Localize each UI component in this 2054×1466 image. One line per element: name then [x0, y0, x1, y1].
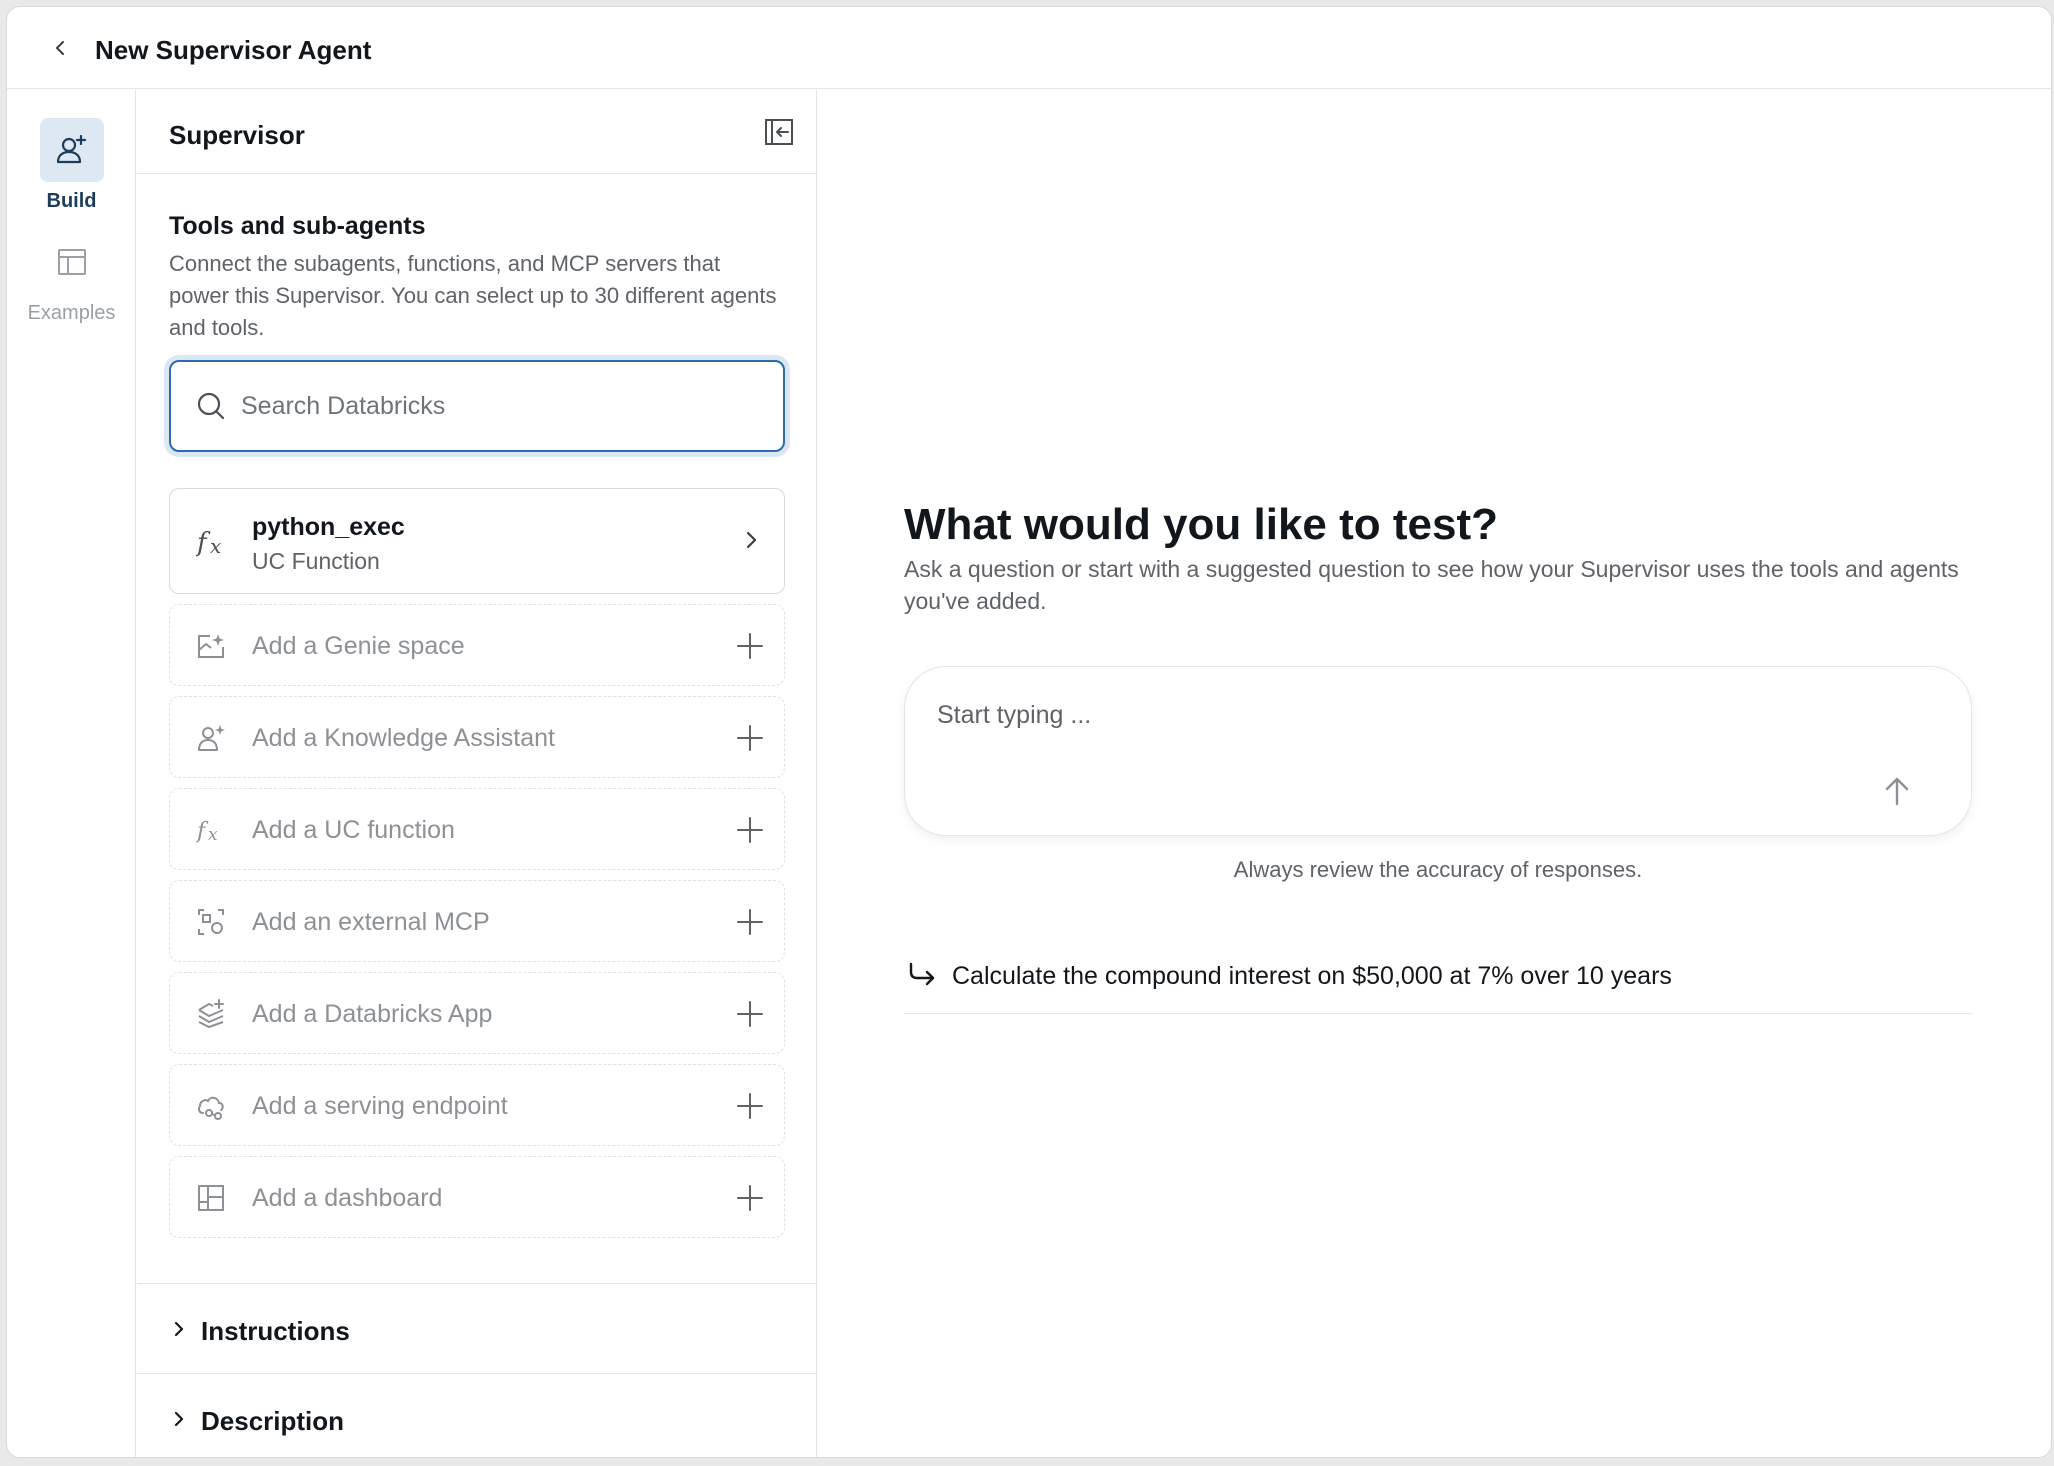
add-genie-space-button[interactable]: Add a Genie space — [169, 604, 785, 686]
table-icon — [57, 249, 86, 275]
add-uc-function-button[interactable]: f x Add a UC function — [169, 788, 785, 870]
add-item-label: Add an external MCP — [252, 908, 490, 936]
plus-icon — [737, 633, 763, 659]
instructions-label: Instructions — [201, 1316, 350, 1346]
chevron-right-icon — [174, 1411, 184, 1427]
dashboard-icon — [198, 1185, 224, 1211]
user-plus-icon — [56, 134, 86, 164]
svg-text:f: f — [196, 528, 211, 558]
plus-icon — [737, 817, 763, 843]
add-item-label: Add a serving endpoint — [252, 1092, 508, 1120]
add-item-label: Add a Knowledge Assistant — [252, 724, 555, 752]
tools-section-title: Tools and sub-agents — [169, 212, 426, 240]
plus-icon — [737, 909, 763, 935]
rail-item-examples[interactable]: Examples — [7, 230, 136, 325]
tool-card-python-exec[interactable]: f x python_exec UC Function — [169, 488, 785, 594]
collapse-panel-button[interactable] — [763, 116, 795, 148]
instructions-section-toggle[interactable]: Instructions — [137, 1283, 817, 1373]
mcp-icon — [198, 909, 224, 935]
test-subheading: Ask a question or start with a suggested… — [904, 556, 1959, 614]
serving-endpoint-icon — [198, 1096, 224, 1120]
left-rail: Build Examples — [7, 90, 136, 1457]
add-item-label: Add a dashboard — [252, 1184, 443, 1212]
page-title: New Supervisor Agent — [95, 35, 372, 65]
add-item-label: Add a UC function — [252, 816, 455, 844]
search-box[interactable] — [169, 360, 785, 452]
add-dashboard-button[interactable]: Add a dashboard — [169, 1156, 785, 1238]
function-icon: f x — [196, 819, 218, 845]
add-knowledge-assistant-button[interactable]: Add a Knowledge Assistant — [169, 696, 785, 778]
add-item-label: Add a Genie space — [252, 632, 465, 660]
supervisor-panel: Supervisor Tools and sub-agents Connect … — [137, 90, 817, 1457]
plus-icon — [737, 1185, 763, 1211]
knowledge-assistant-icon — [198, 725, 225, 751]
suggested-question[interactable]: Calculate the compound interest on $50,0… — [904, 952, 1972, 1014]
rail-build-icon-box — [39, 118, 104, 182]
test-area: What would you like to test? Ask a quest… — [818, 90, 2051, 1457]
app-window: New Supervisor Agent Build Examples Supe… — [6, 6, 2052, 1458]
chat-input[interactable] — [937, 701, 1837, 761]
rail-label-build: Build — [46, 190, 97, 212]
arrow-up-icon — [1885, 777, 1909, 806]
chevron-right-icon — [746, 531, 757, 549]
back-button[interactable] — [47, 35, 73, 61]
rail-item-build[interactable]: Build — [7, 118, 136, 213]
arrow-return-icon — [909, 962, 935, 986]
svg-text:x: x — [208, 825, 218, 845]
genie-icon — [198, 634, 224, 658]
plus-icon — [737, 1001, 763, 1027]
plus-icon — [737, 725, 763, 751]
chevron-right-icon — [174, 1321, 184, 1337]
add-external-mcp-button[interactable]: Add an external MCP — [169, 880, 785, 962]
add-serving-endpoint-button[interactable]: Add a serving endpoint — [169, 1064, 785, 1146]
description-section-toggle[interactable]: Description — [137, 1373, 817, 1457]
svg-text:x: x — [210, 534, 221, 558]
send-button[interactable] — [1877, 771, 1917, 811]
search-icon — [197, 392, 225, 420]
panel-header: Supervisor — [137, 90, 817, 174]
add-item-label: Add a Databricks App — [252, 1000, 493, 1028]
search-input[interactable] — [241, 391, 761, 421]
rail-examples-icon-box — [40, 230, 104, 294]
accuracy-disclaimer: Always review the accuracy of responses. — [1233, 857, 1643, 882]
description-label: Description — [201, 1406, 345, 1436]
top-bar: New Supervisor Agent — [7, 7, 2051, 89]
plus-icon — [737, 1093, 763, 1119]
test-heading: What would you like to test? — [904, 500, 1498, 549]
collapse-left-icon — [765, 119, 793, 145]
tool-name: python_exec — [252, 513, 405, 541]
function-icon: f x — [196, 528, 221, 558]
app-icon — [198, 999, 224, 1028]
add-databricks-app-button[interactable]: Add a Databricks App — [169, 972, 785, 1054]
chevron-left-icon — [56, 41, 64, 55]
suggestion-text: Calculate the compound interest on $50,0… — [952, 962, 1672, 990]
tool-type: UC Function — [252, 548, 380, 574]
rail-label-examples: Examples — [27, 302, 116, 324]
tools-section-description: Connect the subagents, functions, and MC… — [169, 251, 777, 340]
chat-input-box[interactable] — [904, 666, 1972, 836]
panel-title: Supervisor — [169, 120, 305, 150]
